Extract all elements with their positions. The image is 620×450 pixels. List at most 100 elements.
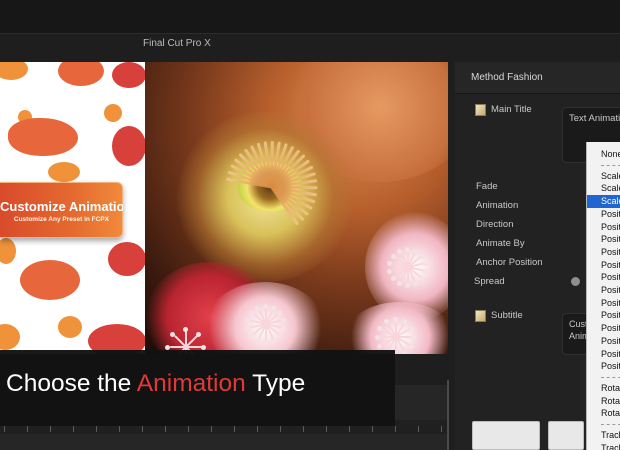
ruler-tick xyxy=(73,426,74,432)
menu-item[interactable]: Position xyxy=(587,360,620,373)
tentacle-tip xyxy=(412,281,418,287)
caption-prefix: Choose the xyxy=(6,370,137,397)
param-direction-label: Direction xyxy=(476,219,514,230)
caption-text: Choose the Animation Type xyxy=(6,370,305,398)
main-title-text-value: Text Animation xyxy=(569,113,620,124)
tentacle-tip xyxy=(255,305,261,311)
menu-item[interactable]: Tracking xyxy=(587,429,620,442)
ruler-tick xyxy=(119,426,120,432)
menu-item[interactable]: Position xyxy=(587,233,620,246)
main-title-label: Main Title xyxy=(491,104,532,115)
tentacle-tip xyxy=(422,269,428,274)
menu-item[interactable]: Scale xyxy=(587,170,620,183)
param-animation-label: Animation xyxy=(476,200,519,211)
tentacle-tip xyxy=(375,335,380,340)
menu-separator xyxy=(601,424,620,425)
tentacle-tip xyxy=(277,310,283,316)
param-animate-by-label: Animate By xyxy=(476,238,525,249)
template-preview: Customize Animations Customize Any Prese… xyxy=(0,62,145,354)
menu-item[interactable]: Position xyxy=(587,271,620,284)
tentacle-tip xyxy=(280,317,286,323)
ruler-tick xyxy=(211,426,212,432)
ruler-tick xyxy=(188,426,189,432)
blob-shape xyxy=(0,238,16,264)
viewer[interactable]: Customize Animations Customize Any Prese… xyxy=(0,62,448,354)
blob-shape xyxy=(0,324,20,350)
tentacle-tip xyxy=(408,326,414,331)
menu-item[interactable]: Position xyxy=(587,297,620,310)
tentacle-tip xyxy=(195,332,201,338)
blob-shape xyxy=(58,316,82,338)
ruler-tick xyxy=(165,426,166,432)
blob-shape xyxy=(0,62,28,80)
tentacle-tip xyxy=(397,248,403,254)
param-spread-label: Spread xyxy=(474,276,505,287)
blob-shape xyxy=(58,62,104,86)
param-anchor-position-label: Anchor Position xyxy=(476,257,543,268)
menu-item[interactable]: Position xyxy=(587,221,620,234)
menu-item[interactable]: Position xyxy=(587,284,620,297)
menu-item[interactable]: Scale xyxy=(587,195,620,208)
card-subtitle: Customize Any Preset in FCPX xyxy=(13,216,109,223)
tentacle-tip xyxy=(408,344,414,349)
tentacle-tip xyxy=(270,305,276,311)
tentacle-tip xyxy=(270,338,276,344)
subtitle-label: Subtitle xyxy=(491,310,523,321)
tentacle-tip xyxy=(412,248,418,254)
menu-separator xyxy=(601,164,620,166)
inspector-title: Method Fashion xyxy=(471,72,543,83)
app-title: Final Cut Pro X xyxy=(143,38,211,49)
ruler-tick xyxy=(142,426,143,432)
menu-item[interactable]: Position xyxy=(587,335,620,348)
ruler-tick xyxy=(349,426,350,432)
clip-thumbnail[interactable] xyxy=(472,421,540,450)
card-title: Customize Animations xyxy=(0,199,123,214)
menu-separator xyxy=(601,376,620,378)
menu-item[interactable]: None xyxy=(587,148,620,161)
ruler-tick xyxy=(96,426,97,432)
menu-item[interactable]: Scale xyxy=(587,182,620,195)
ruler-tick xyxy=(257,426,258,432)
ruler-tick xyxy=(280,426,281,432)
tentacle-tip xyxy=(419,253,425,259)
ruler-tick xyxy=(395,426,396,432)
ruler-tick xyxy=(372,426,373,432)
tentacle-tip xyxy=(183,327,188,332)
spread-slider-knob[interactable] xyxy=(571,277,580,286)
window-toolbar xyxy=(0,0,620,34)
tentacle-tip xyxy=(422,260,428,266)
menu-item[interactable]: Rotate xyxy=(587,395,620,408)
menu-item[interactable]: Position xyxy=(587,259,620,272)
ruler-tick xyxy=(27,426,28,432)
blob-shape xyxy=(112,62,145,88)
menu-item[interactable]: Tracking xyxy=(587,442,620,450)
blob-shape xyxy=(8,118,78,156)
caption-highlight: Animation xyxy=(136,370,246,397)
ruler-tick xyxy=(4,426,5,432)
animation-dropdown-menu[interactable]: NoneScaleScaleScalePositionPositionPosit… xyxy=(586,142,620,450)
caption-suffix: Type xyxy=(245,370,306,397)
tentacle-tip xyxy=(405,283,410,288)
panel-divider xyxy=(447,380,449,450)
menu-item[interactable]: Position xyxy=(587,246,620,259)
menu-item[interactable]: Position xyxy=(587,208,620,221)
coral-photo xyxy=(145,62,448,354)
ruler-tick xyxy=(303,426,304,432)
tentacle-tip xyxy=(393,317,398,322)
tentacle-tip xyxy=(280,326,286,331)
tentacle-tip xyxy=(402,350,407,354)
customize-animations-card: Customize Animations Customize Any Prese… xyxy=(0,182,123,238)
menu-item[interactable]: Rotate xyxy=(587,407,620,420)
menu-item[interactable]: Rotate xyxy=(587,382,620,395)
menu-item[interactable]: Position xyxy=(587,348,620,361)
tentacle-tip xyxy=(263,304,268,309)
tentacle-tip xyxy=(263,340,268,345)
menu-item[interactable]: Position xyxy=(587,322,620,335)
blob-shape xyxy=(20,260,80,300)
tentacle-tip xyxy=(390,253,396,259)
tentacle-tip xyxy=(248,310,254,316)
ruler-tick xyxy=(50,426,51,432)
ruler-tick xyxy=(234,426,235,432)
clip-thumbnail[interactable] xyxy=(548,421,584,450)
menu-item[interactable]: Position xyxy=(587,309,620,322)
